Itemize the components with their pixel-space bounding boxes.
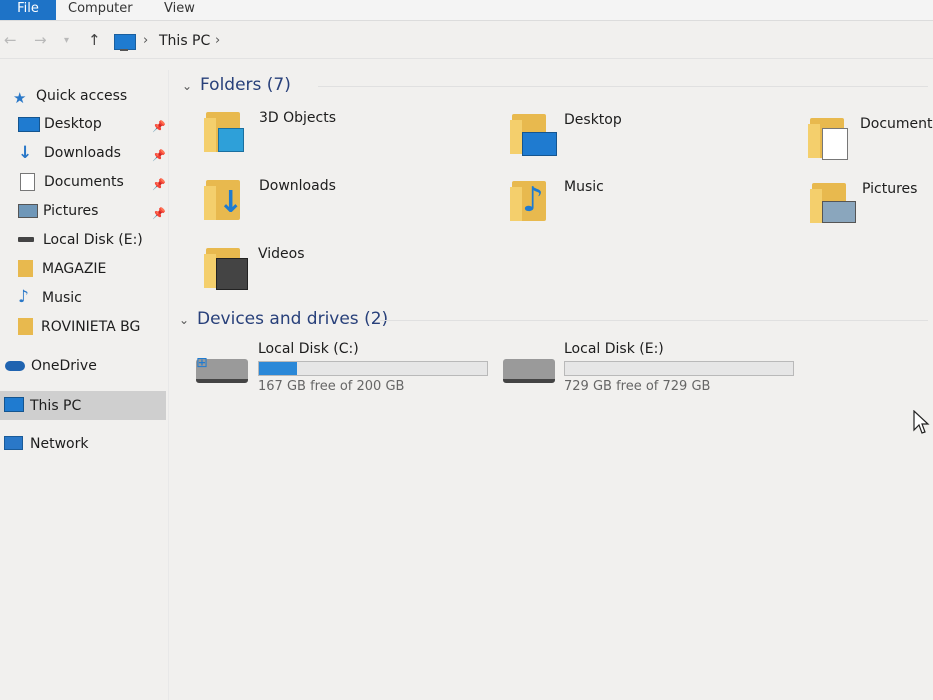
cloud-icon [5,361,25,371]
folder-documents[interactable]: Documents [808,114,933,174]
folder-icon [808,114,852,160]
breadcrumb-separator[interactable]: › [215,33,220,48]
forward-arrow-icon[interactable]: → [34,31,47,49]
sidebar-item-rovinieta-bg[interactable]: ROVINIETA BG [0,314,166,340]
folder-music[interactable]: ♪ Music [510,177,810,237]
folder-icon [510,110,557,156]
folder-icon: ↓ [204,176,248,220]
up-arrow-icon[interactable]: ↑ [88,31,101,49]
sidebar-item-desktop[interactable]: Desktop 📌 [0,111,166,137]
section-divider [380,320,928,321]
drive-local-disk-e[interactable]: Local Disk (E:) 729 GB free of 729 GB [503,341,803,401]
drive-usage-bar [564,361,794,376]
breadcrumb-this-pc[interactable]: This PC [159,33,210,49]
back-arrow-icon[interactable]: ← [4,31,17,49]
breadcrumb-separator[interactable]: › [143,33,148,48]
drive-usage-fill [259,362,297,375]
sidebar-item-this-pc[interactable]: This PC [0,391,166,420]
3d-objects-icon [218,128,244,152]
pin-icon[interactable]: 📌 [152,202,166,226]
mouse-cursor-icon [913,410,930,434]
videos-icon [216,258,248,290]
network-icon [4,436,23,450]
documents-icon [822,128,848,160]
pin-icon[interactable]: 📌 [152,115,166,139]
pin-icon[interactable]: 📌 [152,144,166,168]
sidebar-item-quick-access[interactable]: ★ Quick access [0,83,166,109]
devices-and-drives-heading[interactable]: Devices and drives (2) [197,309,388,329]
folder-icon [18,318,33,335]
this-pc-stand [120,49,128,51]
folder-downloads[interactable]: ↓ Downloads [204,176,504,236]
tab-computer[interactable]: Computer [68,0,133,20]
tab-file[interactable]: File [0,0,56,20]
folder-icon [810,179,856,223]
drive-local-disk-c[interactable]: ⊞ Local Disk (C:) 167 GB free of 200 GB [196,341,496,401]
sidebar-item-pictures[interactable]: Pictures 📌 [0,198,166,224]
music-icon: ♪ [522,180,544,220]
recent-locations-chevron-icon[interactable]: ▾ [64,35,69,46]
folder-pictures[interactable]: Pictures [810,179,933,239]
pictures-icon [822,201,856,223]
music-icon: ♪ [18,287,29,307]
folders-heading[interactable]: Folders (7) [200,75,291,95]
folder-icon [204,244,248,290]
this-pc-icon [114,34,136,50]
collapse-chevron-icon[interactable]: ⌄ [179,313,189,327]
folder-videos[interactable]: Videos [204,244,504,304]
pc-icon [4,397,24,412]
windows-logo-icon: ⊞ [196,355,208,371]
collapse-chevron-icon[interactable]: ⌄ [182,79,192,93]
folder-3d-objects[interactable]: 3D Objects [204,108,504,168]
folder-desktop[interactable]: Desktop [510,110,810,170]
downloads-icon: ↓ [18,143,33,163]
sidebar-item-music[interactable]: ♪ Music [0,285,166,311]
navigation-pane: ★ Quick access Desktop 📌 ↓ Downloads 📌 D… [0,70,169,700]
folder-icon [204,108,248,152]
sidebar-item-documents[interactable]: Documents 📌 [0,169,166,195]
drive-icon [18,237,34,242]
tab-view[interactable]: View [164,0,195,20]
desktop-icon [18,117,40,132]
sidebar-item-network[interactable]: Network [0,431,166,457]
sidebar-item-local-disk-e[interactable]: Local Disk (E:) [0,227,166,253]
folder-icon [18,260,33,277]
star-icon: ★ [13,89,27,107]
sidebar-item-downloads[interactable]: ↓ Downloads 📌 [0,140,166,166]
documents-icon [20,173,35,191]
desktop-icon [522,132,557,156]
section-divider [318,86,928,87]
sidebar-item-onedrive[interactable]: OneDrive [0,353,166,379]
folder-icon: ♪ [510,177,554,221]
drive-usage-bar [258,361,488,376]
content-pane: ⌄ Folders (7) 3D Objects Desktop Documen… [170,62,933,700]
downloads-icon: ↓ [218,185,244,220]
pictures-icon [18,204,38,218]
ribbon: File Computer View [0,0,933,21]
address-bar: ← → ▾ ↑ [0,26,933,59]
drive-icon [503,359,555,383]
pin-icon[interactable]: 📌 [152,173,166,197]
sidebar-item-magazie[interactable]: MAGAZIE [0,256,166,282]
